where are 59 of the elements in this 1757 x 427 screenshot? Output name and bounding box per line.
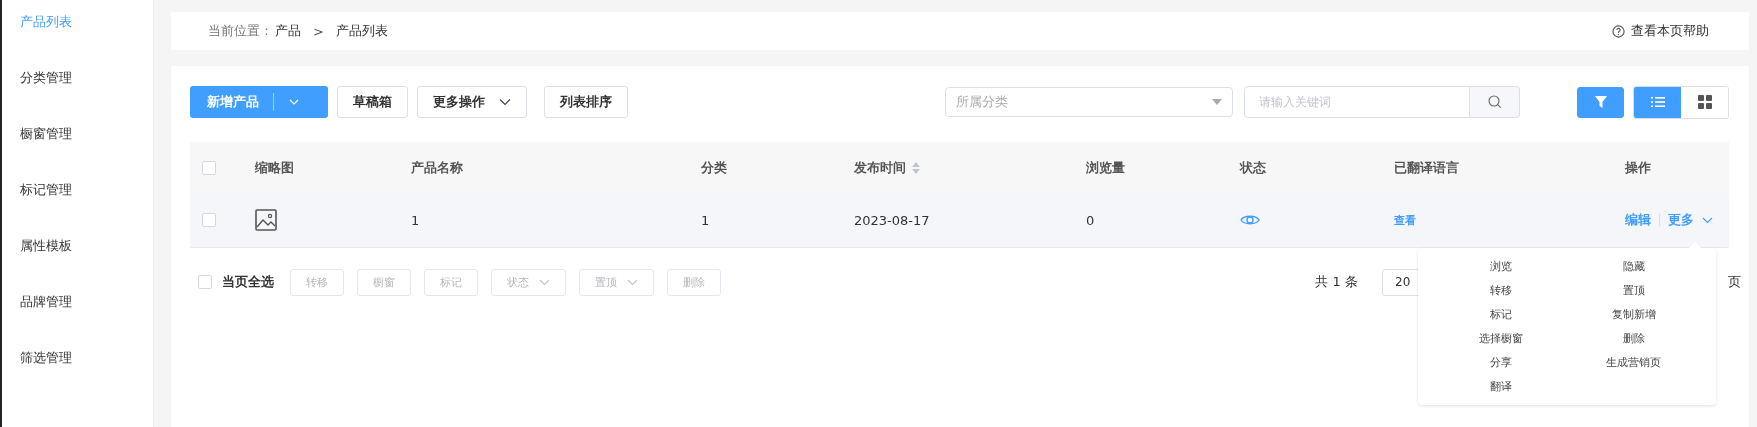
filter-icon xyxy=(1593,95,1608,109)
menu-item[interactable]: 置顶 xyxy=(1567,280,1700,301)
image-placeholder-icon xyxy=(255,209,277,231)
checkbox[interactable] xyxy=(202,160,216,175)
menu-item[interactable]: 生成营销页 xyxy=(1567,352,1700,373)
menu-item[interactable]: 标记 xyxy=(1434,304,1567,325)
column-header: 操作 xyxy=(1625,158,1651,177)
column-header: 状态 xyxy=(1240,158,1266,177)
menu-item[interactable]: 复制新增 xyxy=(1567,304,1700,325)
column-header: 缩略图 xyxy=(255,158,294,177)
chevron-down-icon xyxy=(539,278,550,286)
checkbox[interactable] xyxy=(198,275,212,289)
select-all-label: 当页全选 xyxy=(222,273,274,291)
column-header: 发布时间 xyxy=(854,158,906,177)
sidebar-item[interactable]: 橱窗管理 xyxy=(2,122,153,178)
table-cell: 0 xyxy=(1086,212,1095,228)
breadcrumb-label: 当前位置： xyxy=(208,22,273,40)
sidebar-item[interactable]: 标记管理 xyxy=(2,178,153,234)
eye-icon[interactable] xyxy=(1240,213,1260,227)
help-icon[interactable] xyxy=(1612,24,1625,38)
total-count: 共 1 条 xyxy=(1315,273,1358,291)
dropdown-button[interactable]: 更多操作 xyxy=(417,86,527,118)
breadcrumb-separator: > xyxy=(313,23,324,39)
menu-item[interactable]: 选择橱窗 xyxy=(1434,328,1567,349)
chevron-down-icon xyxy=(627,278,638,286)
breadcrumb-link[interactable]: 产品 xyxy=(275,22,301,40)
pager-label: 页 xyxy=(1728,273,1741,291)
list-icon xyxy=(1650,96,1665,108)
toolbar-button[interactable]: 列表排序 xyxy=(544,86,628,118)
checkbox[interactable] xyxy=(202,213,216,227)
search-button[interactable] xyxy=(1470,86,1520,118)
menu-item[interactable]: 删除 xyxy=(1567,328,1700,349)
caret-down-icon xyxy=(1212,99,1222,105)
chevron-down-icon[interactable] xyxy=(1702,216,1713,224)
table-cell: 1 xyxy=(701,212,710,228)
search-icon xyxy=(1487,95,1502,109)
column-header: 浏览量 xyxy=(1086,158,1125,177)
toolbar-button[interactable]: 草稿箱 xyxy=(337,86,408,118)
sort-icon[interactable] xyxy=(912,161,920,174)
sidebar-item[interactable]: 分类管理 xyxy=(2,66,153,122)
menu-item[interactable]: 隐藏 xyxy=(1567,256,1700,277)
menu-item[interactable]: 转移 xyxy=(1434,280,1567,301)
grid-icon xyxy=(1697,95,1712,109)
table-cell: 2023-08-17 xyxy=(854,212,930,228)
table-cell: 1 xyxy=(411,212,420,228)
chevron-down-icon xyxy=(499,98,511,106)
sidebar-item[interactable]: 属性模板 xyxy=(2,234,153,290)
search-field[interactable]: 请输入关键词 xyxy=(1244,86,1470,118)
menu-item[interactable]: 翻译 xyxy=(1434,376,1567,397)
column-header: 分类 xyxy=(701,158,727,177)
help-link[interactable]: 查看本页帮助 xyxy=(1631,22,1709,40)
filter-button[interactable] xyxy=(1577,86,1624,118)
menu-item[interactable]: 浏览 xyxy=(1434,256,1567,277)
column-header: 已翻译语言 xyxy=(1394,158,1459,177)
menu-item[interactable]: 分享 xyxy=(1434,352,1567,373)
breadcrumb-link[interactable]: 产品列表 xyxy=(335,22,388,40)
column-header: 产品名称 xyxy=(411,158,463,177)
sidebar-item[interactable]: 筛选管理 xyxy=(2,346,153,402)
sidebar-item[interactable]: 品牌管理 xyxy=(2,290,153,346)
